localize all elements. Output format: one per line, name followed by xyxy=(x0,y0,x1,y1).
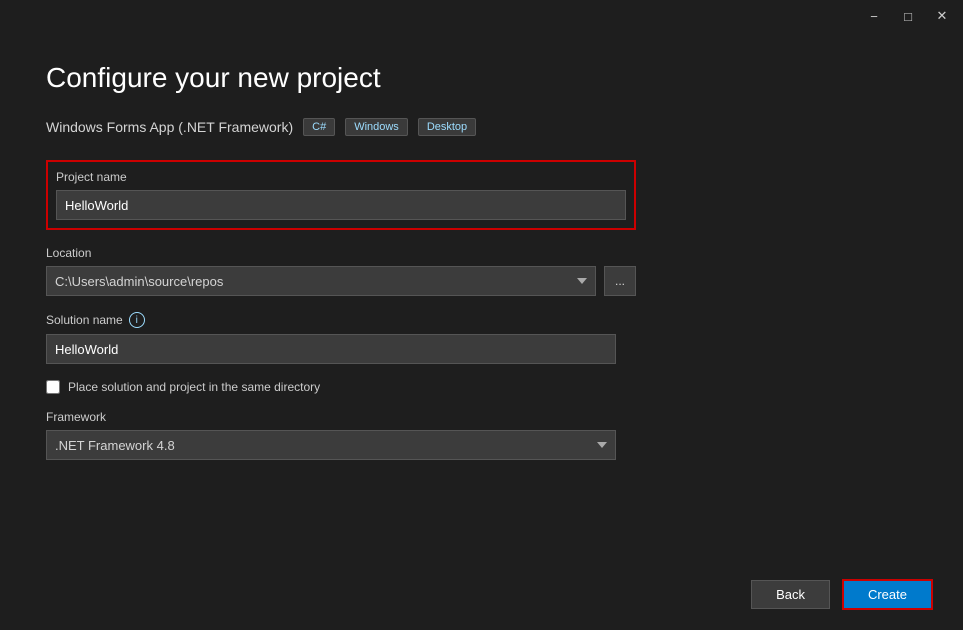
solution-name-input[interactable] xyxy=(46,334,616,364)
solution-name-label: Solution name i xyxy=(46,312,917,328)
tag-desktop: Desktop xyxy=(418,118,476,136)
project-name-label: Project name xyxy=(56,170,626,184)
solution-name-info-icon[interactable]: i xyxy=(129,312,145,328)
same-directory-checkbox[interactable] xyxy=(46,380,60,394)
bottom-bar: Back Create xyxy=(751,579,933,610)
title-bar: − □ ✕ xyxy=(0,0,963,32)
minimize-button[interactable]: − xyxy=(865,7,883,25)
close-button[interactable]: ✕ xyxy=(933,7,951,25)
checkbox-row: Place solution and project in the same d… xyxy=(46,380,917,394)
main-content: Configure your new project Windows Forms… xyxy=(0,32,963,496)
location-group: Location C:\Users\admin\source\repos ... xyxy=(46,246,917,296)
browse-button[interactable]: ... xyxy=(604,266,636,296)
subtitle-row: Windows Forms App (.NET Framework) C# Wi… xyxy=(46,118,917,136)
create-button[interactable]: Create xyxy=(842,579,933,610)
project-name-group: Project name xyxy=(46,160,636,230)
same-directory-label: Place solution and project in the same d… xyxy=(68,380,320,394)
location-row: C:\Users\admin\source\repos ... xyxy=(46,266,636,296)
location-label: Location xyxy=(46,246,917,260)
location-select[interactable]: C:\Users\admin\source\repos xyxy=(46,266,596,296)
page-title: Configure your new project xyxy=(46,62,917,94)
tag-csharp: C# xyxy=(303,118,335,136)
framework-group: Framework .NET Framework 4.8 xyxy=(46,410,917,460)
subtitle-text: Windows Forms App (.NET Framework) xyxy=(46,119,293,135)
tag-windows: Windows xyxy=(345,118,408,136)
framework-select[interactable]: .NET Framework 4.8 xyxy=(46,430,616,460)
project-name-input[interactable] xyxy=(56,190,626,220)
back-button[interactable]: Back xyxy=(751,580,830,609)
solution-name-group: Solution name i xyxy=(46,312,917,364)
maximize-button[interactable]: □ xyxy=(899,7,917,25)
framework-label: Framework xyxy=(46,410,917,424)
